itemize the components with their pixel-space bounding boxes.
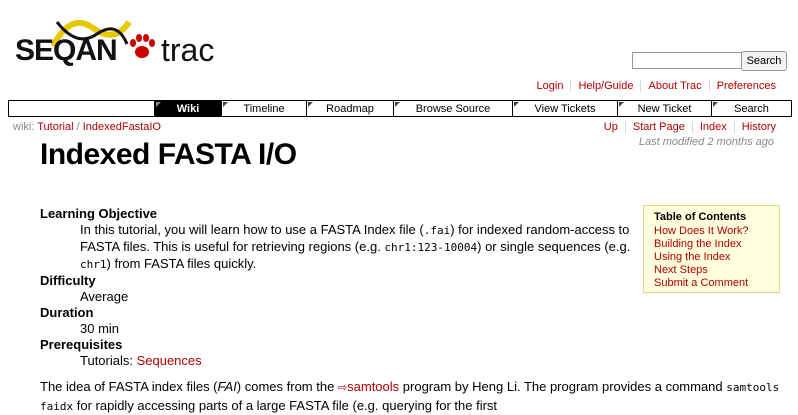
text-fragment: In this tutorial, you will learn how to … [80,222,424,237]
tab-view-tickets-label: View Tickets [534,102,596,115]
breadcrumb-tutorial-link[interactable]: Tutorial [37,121,73,133]
tab-roadmap-label: Roadmap [326,102,374,115]
learning-objective-text: In this tutorial, you will learn how to … [40,222,640,273]
seqan-trac-logo[interactable]: SEQAN trac [15,18,230,72]
tab-view-tickets[interactable]: View Tickets [512,101,617,116]
paw-icon [130,34,155,58]
tutorial-metadata: Learning Objective In this tutorial, you… [40,206,640,369]
tab-new-ticket-label: New Ticket [637,102,692,115]
external-link-icon: ⇨ [337,382,348,394]
tab-search-label: Search [734,102,769,115]
text-fragment: FAI [217,379,237,394]
difficulty-value: Average [80,289,129,304]
prerequisites-prefix: Tutorials: [80,353,137,368]
search-button[interactable]: Search [741,51,787,71]
duration-value: 30 min [80,321,120,336]
preferences-link[interactable]: Preferences [708,80,783,92]
code-fragment: .fai [423,224,451,237]
text-fragment: ) or single sequences (e.g. [477,239,631,254]
logo-seqan-text: SEQAN [15,34,118,67]
toc-item[interactable]: Using the Index [654,251,779,264]
breadcrumb-separator: / [73,121,83,133]
tab-corner-icon [156,102,161,107]
prerequisites-label: Prerequisites [40,337,123,352]
sequences-link[interactable]: Sequences [137,353,202,368]
toc-item[interactable]: Next Steps [654,264,779,277]
tab-browse-source-label: Browse Source [415,102,491,115]
logo-trac-text: trac [161,32,215,68]
main-nav: Wiki Timeline Roadmap Browse Source View… [8,100,792,117]
login-link[interactable]: Login [530,80,571,92]
tab-corner-icon [619,102,624,107]
text-fragment: The idea of FASTA index files ( [40,379,218,394]
intro-paragraph: The idea of FASTA index files (FAI) come… [40,378,790,415]
tab-wiki-label: Wiki [176,102,200,115]
tab-new-ticket[interactable]: New Ticket [617,101,711,116]
tab-search[interactable]: Search [711,101,791,116]
text-fragment: ) from FASTA files quickly. [106,256,257,271]
tab-wiki[interactable]: Wiki [154,101,221,116]
page-title: Indexed FASTA I/O [40,138,297,171]
difficulty-label: Difficulty [40,273,96,288]
tab-timeline[interactable]: Timeline [221,101,306,116]
tab-corner-icon [308,102,313,107]
table-of-contents: Table of Contents How Does It Work? Buil… [643,205,780,293]
samtools-link[interactable]: samtools [347,379,399,394]
prerequisites-value: Tutorials: Sequences [40,353,640,369]
main-nav-spacer [9,101,154,116]
text-fragment: ) comes from the [236,379,338,394]
search-input[interactable] [632,52,742,69]
code-fragment: chr1 [80,258,107,271]
text-fragment: for rapidly accessing parts of a large F… [73,398,498,413]
tab-corner-icon [395,102,400,107]
tab-corner-icon [514,102,519,107]
toc-item[interactable]: Submit a Comment [654,277,779,290]
index-link[interactable]: Index [691,121,734,133]
help-guide-link[interactable]: Help/Guide [570,80,640,92]
about-trac-link[interactable]: About Trac [640,80,708,92]
duration-label: Duration [40,305,94,320]
breadcrumb-current-link[interactable]: IndexedFastaIO [83,121,161,133]
tab-corner-icon [223,102,228,107]
last-modified: Last modified 2 months ago [638,136,774,148]
learning-objective-label: Learning Objective [40,206,158,221]
toc-item[interactable]: Building the Index [654,238,779,251]
code-fragment: chr1:123-10004 [384,241,478,254]
meta-nav: Login Help/Guide About Trac Preferences [530,80,783,92]
toc-title: Table of Contents [654,211,747,223]
breadcrumb-prefix: wiki: [13,121,35,133]
tab-roadmap[interactable]: Roadmap [306,101,393,116]
context-nav: Up Start Page Index History [597,121,783,133]
text-fragment: program by Heng Li. The program provides… [399,379,727,394]
tab-corner-icon [713,102,718,107]
up-link[interactable]: Up [597,121,625,133]
tab-browse-source[interactable]: Browse Source [393,101,512,116]
toc-item[interactable]: How Does It Work? [654,225,779,238]
breadcrumb: wiki: Tutorial / IndexedFastaIO [13,121,161,133]
start-page-link[interactable]: Start Page [624,121,692,133]
history-link[interactable]: History [733,121,783,133]
tab-timeline-label: Timeline [243,102,285,115]
